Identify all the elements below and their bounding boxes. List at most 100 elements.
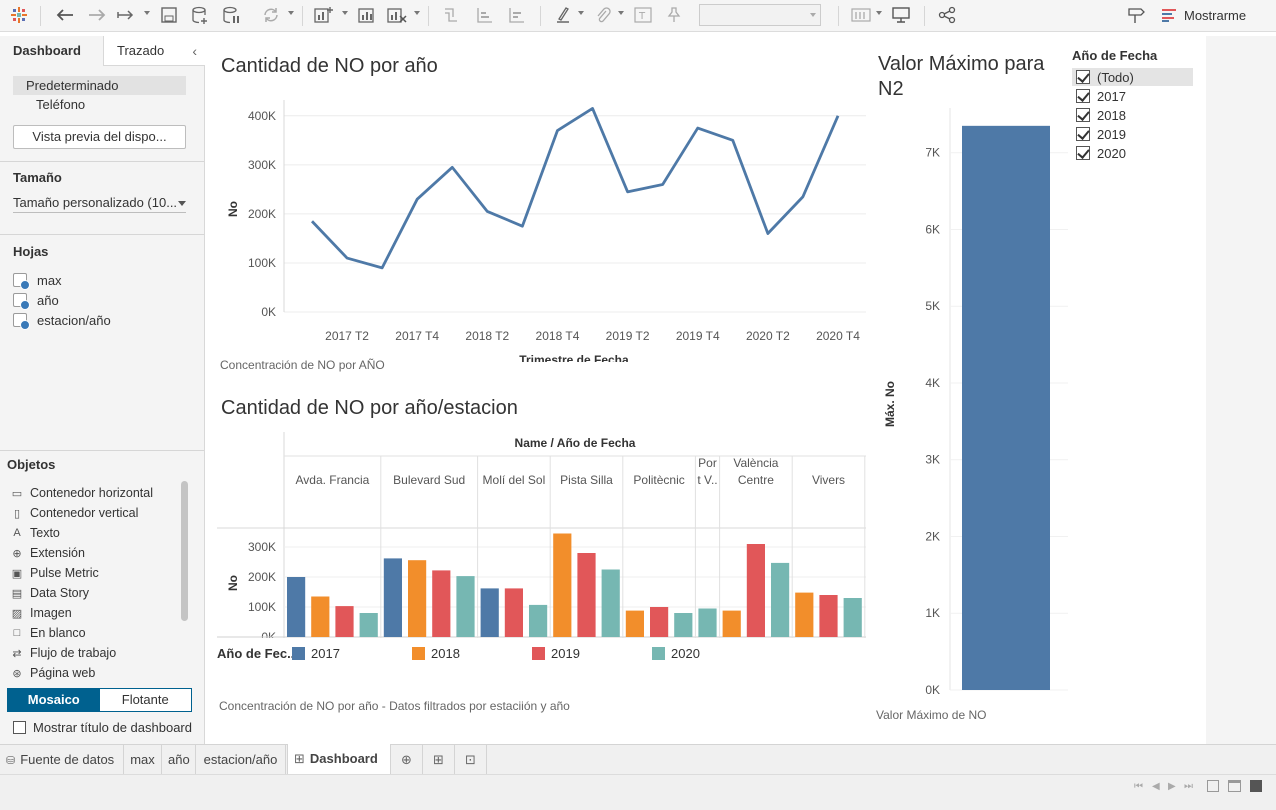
data-point[interactable] [554,128,560,134]
legend-item-2019[interactable]: 2019 [532,646,580,661]
new-worksheet-icon[interactable] [312,4,336,26]
data-point[interactable] [835,113,841,119]
next-page-icon[interactable]: ▶ [1168,781,1176,792]
film-view-icon[interactable] [1228,780,1241,792]
bar[interactable] [553,533,572,638]
swap-icon[interactable] [440,4,462,26]
bar[interactable] [601,569,620,638]
data-point[interactable] [765,231,771,237]
max-value-chart[interactable]: 0K 1K 2K 3K 4K 5K 6K 7K Máx. No [878,108,1068,708]
prev-page-icon[interactable]: ◀ [1152,781,1160,792]
bar[interactable] [359,613,378,637]
data-point[interactable] [484,208,490,214]
bar[interactable] [674,613,693,637]
bar[interactable] [456,576,475,637]
forward-data-icon[interactable] [116,4,138,26]
filter-checkbox[interactable] [1076,70,1090,84]
guide-signpost-icon[interactable] [1124,4,1148,26]
fit-dropdown[interactable] [699,4,821,26]
bar[interactable] [625,610,644,637]
data-point[interactable] [449,164,455,170]
bar[interactable] [311,596,330,638]
bar[interactable] [771,562,790,637]
legend-item-2020[interactable]: 2020 [652,646,700,661]
grouped-bar-chart[interactable]: Name / Año de Fecha0K100K200K300KNoAvda.… [206,428,866,638]
filter-checkbox[interactable] [1076,127,1090,141]
object-item[interactable]: ⇄ Flujo de trabajo [10,644,116,662]
tab-max[interactable]: max [124,745,162,775]
fix-axes-icon[interactable] [663,4,685,26]
line-series[interactable] [310,107,840,270]
filter-checkbox[interactable] [1076,146,1090,160]
last-page-icon[interactable]: ⏭ [1184,781,1193,792]
data-point[interactable] [625,189,631,195]
objects-scrollbar[interactable] [181,481,188,621]
group-members-icon[interactable] [592,4,614,26]
bar[interactable] [746,544,765,637]
pause-updates-icon[interactable] [220,4,242,26]
show-title-option[interactable]: Mostrar título de dashboard [13,720,192,735]
collapse-chevron-icon[interactable]: ‹ [192,36,197,66]
cards-icon[interactable] [850,4,872,26]
data-point[interactable] [309,218,315,224]
sheet-item-ano[interactable]: año [13,291,59,310]
data-point[interactable] [414,196,420,202]
line-chart[interactable]: 0K 100K 200K 300K 400K 2017 T2 2017 T4 2018 T2 2… [206,92,866,362]
tab-trazado[interactable]: Trazado ‹ [103,36,205,66]
sheet-item-estacion-ano[interactable]: estacion/año [13,311,111,330]
data-point[interactable] [519,223,525,229]
device-option-predeterminado[interactable]: Predeterminado [13,76,186,95]
bar[interactable] [722,610,741,637]
first-page-icon[interactable]: ⏮ [1134,781,1143,792]
refresh-icon[interactable] [260,4,282,26]
filter-checkbox[interactable] [1076,89,1090,103]
show-me-button[interactable]: Mostrarme [1162,4,1258,26]
bar[interactable] [408,560,427,637]
bar[interactable] [650,607,669,637]
device-preview-button[interactable]: Vista previa del dispo... [13,125,186,149]
bar[interactable] [843,598,862,637]
filter-checkbox[interactable] [1076,108,1090,122]
legend-item-2018[interactable]: 2018 [412,646,460,661]
single-view-icon[interactable] [1250,780,1262,792]
presentation-mode-icon[interactable] [890,4,912,26]
tab-estacion-ano[interactable]: estacion/año [196,745,286,775]
data-point[interactable] [800,194,806,200]
data-point[interactable] [379,265,385,271]
sheet-item-max[interactable]: max [13,271,62,290]
object-item[interactable]: ▨ Imagen [10,604,72,622]
data-point[interactable] [730,137,736,143]
bar[interactable] [529,604,548,637]
new-worksheet-tab-icon[interactable]: ⊕ [391,745,423,775]
object-item[interactable]: ▭ Contenedor horizontal [10,484,153,502]
tab-data-source[interactable]: ⛁ Fuente de datos [0,745,124,775]
tableau-logo-icon[interactable] [8,4,30,26]
bar[interactable] [504,588,523,637]
new-datasource-icon[interactable] [189,4,211,26]
object-item[interactable]: ▤ Data Story [10,584,89,602]
filter-option[interactable]: 2018 [1072,106,1126,124]
legend-item-2017[interactable]: 2017 [292,646,340,661]
data-point[interactable] [344,255,350,261]
share-icon[interactable] [936,4,958,26]
tab-dashboard-1[interactable]: ⊞Dashboard 1 [287,744,391,796]
bar[interactable] [819,595,838,637]
bar[interactable] [698,608,717,638]
bar[interactable] [432,570,451,637]
object-item[interactable]: ⊛ Página web [10,664,95,682]
object-item[interactable]: ▣ Pulse Metric [10,564,99,582]
sort-descending-icon[interactable] [506,4,528,26]
show-title-checkbox[interactable] [13,721,26,734]
bar[interactable] [962,125,1050,691]
filter-option[interactable]: 2017 [1072,87,1126,105]
filter-option[interactable]: (Todo) [1072,68,1193,86]
bar[interactable] [383,558,402,637]
device-option-telefono[interactable]: Teléfono [36,95,85,114]
bar[interactable] [287,577,306,637]
data-point[interactable] [695,125,701,131]
data-point[interactable] [660,181,666,187]
tiled-button[interactable]: Mosaico [8,689,100,711]
object-item[interactable]: ▯ Contenedor vertical [10,504,138,522]
undo-icon[interactable] [54,4,76,26]
tab-ano[interactable]: año [162,745,196,775]
